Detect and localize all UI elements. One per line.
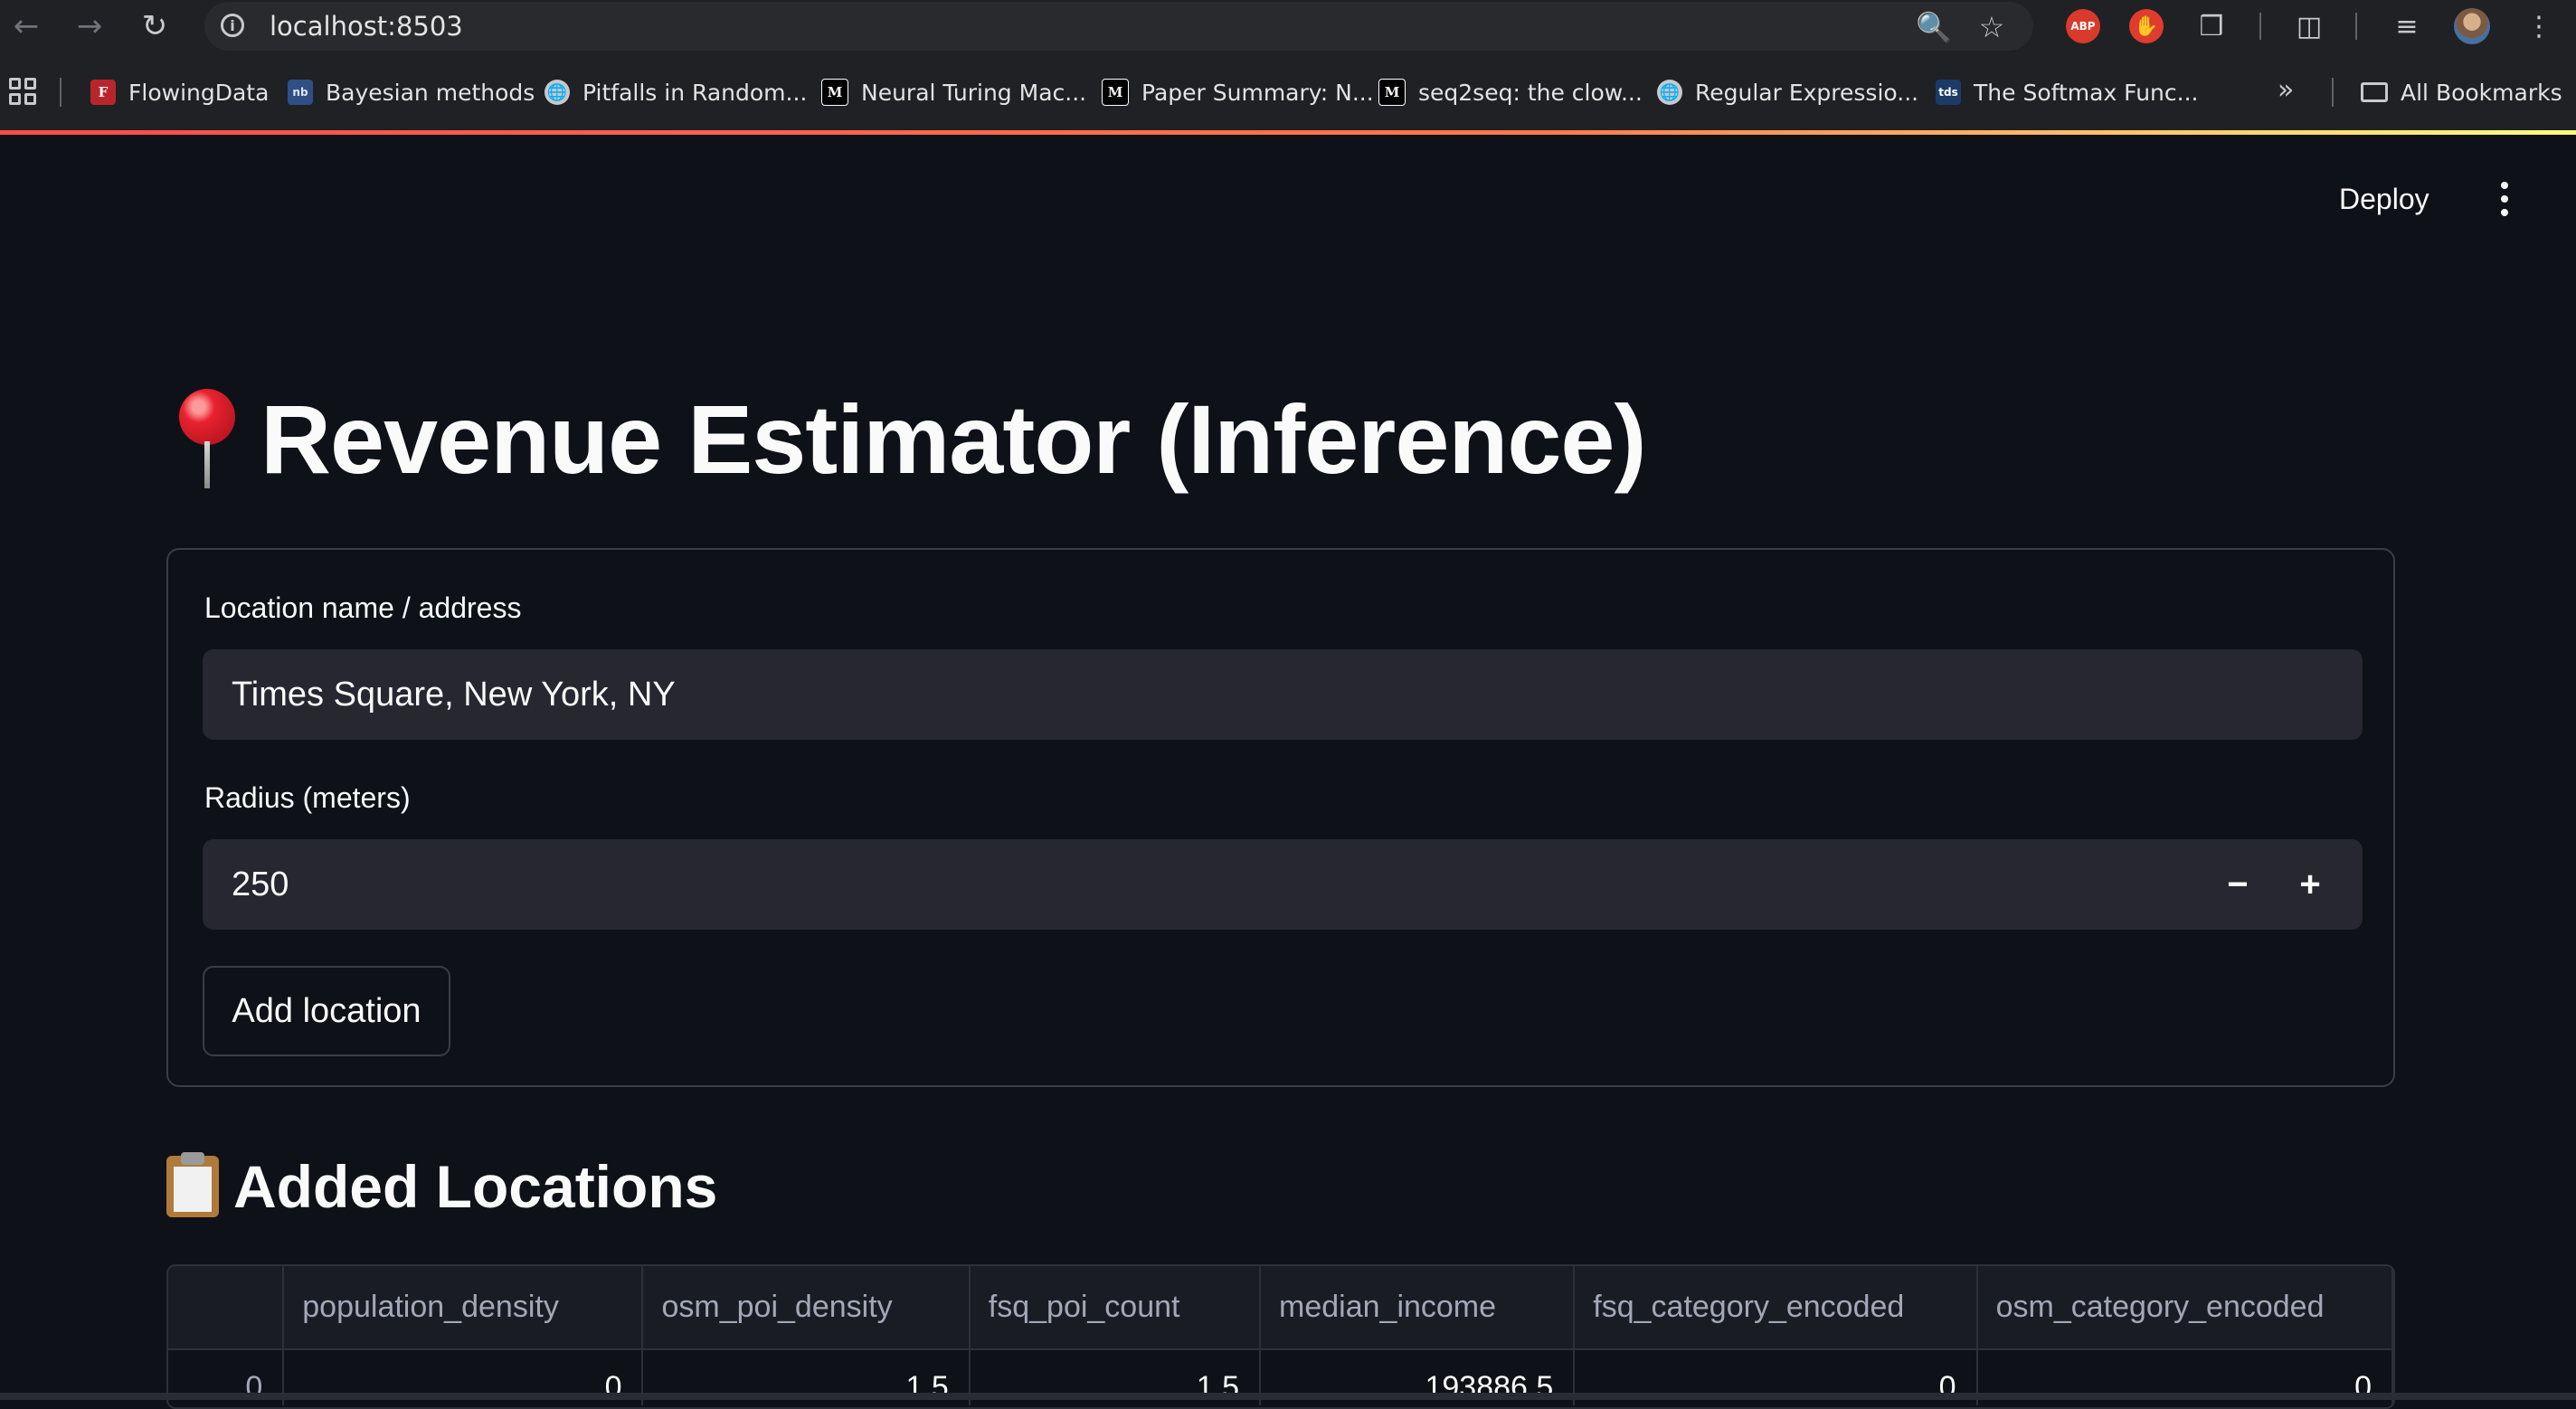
- back-icon[interactable]: ←: [7, 7, 45, 45]
- zoom-icon[interactable]: 🔍: [1916, 9, 1952, 45]
- bookmarks-bar: F FlowingData nb Bayesian methods 🌐 Pitf…: [0, 52, 2576, 132]
- add-location-button[interactable]: Add location: [203, 966, 450, 1056]
- increment-plus-icon[interactable]: +: [2274, 839, 2346, 930]
- column-header[interactable]: osm_category_encoded: [1976, 1266, 2393, 1349]
- chevron-double-right-icon[interactable]: »: [2278, 74, 2294, 106]
- medium-favicon-icon: M: [821, 79, 848, 106]
- bottom-scroll-edge: [0, 1393, 2576, 1400]
- bookmark-neural-turing[interactable]: M Neural Turing Mac...: [821, 74, 1086, 110]
- apps-grid-icon[interactable]: [9, 78, 36, 105]
- column-header[interactable]: fsq_poi_count: [969, 1266, 1262, 1349]
- bookmark-regular-expressions[interactable]: 🌐 Regular Expressio...: [1657, 74, 1918, 110]
- media-controls-icon[interactable]: ≡: [2388, 7, 2426, 45]
- tab-search-icon[interactable]: ◫: [2290, 7, 2328, 45]
- added-locations-title: Added Locations: [233, 1153, 718, 1220]
- deploy-button[interactable]: Deploy: [2339, 174, 2429, 224]
- page-title-text: Revenue Estimator (Inference): [260, 384, 1646, 494]
- radius-label: Radius (meters): [204, 781, 411, 814]
- toolbar-divider: [2259, 13, 2261, 40]
- bookmark-bayesian-methods[interactable]: nb Bayesian methods: [288, 74, 535, 110]
- radius-value[interactable]: 250: [232, 865, 289, 904]
- pushpin-icon: [177, 389, 237, 490]
- stop-hand-extension-icon[interactable]: ✋: [2127, 7, 2165, 45]
- bookmark-paper-summary[interactable]: M Paper Summary: N...: [1102, 74, 1374, 110]
- table-header-row: population_density osm_poi_density fsq_p…: [168, 1266, 2393, 1349]
- flowingdata-favicon-icon: F: [90, 80, 116, 105]
- extensions-puzzle-icon[interactable]: ❒: [2192, 7, 2230, 45]
- column-header[interactable]: median_income: [1260, 1266, 1576, 1349]
- column-header[interactable]: osm_poi_density: [642, 1266, 971, 1349]
- bookmark-star-icon[interactable]: ☆: [1974, 9, 2010, 45]
- bookmark-seq2seq[interactable]: M seq2seq: the clow...: [1378, 74, 1643, 110]
- column-header[interactable]: population_density: [283, 1266, 644, 1349]
- tds-favicon-icon: tds: [1936, 80, 1961, 105]
- forward-icon[interactable]: →: [71, 7, 109, 45]
- locations-table[interactable]: population_density osm_poi_density fsq_p…: [166, 1264, 2395, 1409]
- decrement-minus-icon[interactable]: −: [2202, 839, 2274, 930]
- all-bookmarks-button[interactable]: All Bookmarks: [2361, 74, 2562, 110]
- added-locations-heading: Added Locations: [166, 1152, 717, 1221]
- bookmarks-divider: [60, 78, 62, 107]
- clipboard-icon: [166, 1152, 219, 1217]
- bookmarks-divider: [2332, 78, 2334, 107]
- location-form: Location name / address Times Square, Ne…: [166, 548, 2395, 1087]
- main-menu-icon[interactable]: [2491, 177, 2518, 221]
- reload-icon[interactable]: ↻: [136, 7, 174, 45]
- folder-icon: [2361, 82, 2388, 102]
- site-info-icon[interactable]: i: [221, 14, 244, 37]
- column-header-index[interactable]: [168, 1266, 285, 1349]
- medium-favicon-icon: M: [1102, 79, 1129, 106]
- medium-favicon-icon: M: [1378, 79, 1406, 106]
- address-bar[interactable]: i localhost:8503 🔍 ☆: [204, 2, 2033, 51]
- globe-icon: 🌐: [545, 80, 570, 105]
- notebook-favicon-icon: nb: [288, 80, 313, 105]
- url-text[interactable]: localhost:8503: [270, 11, 463, 42]
- globe-icon: 🌐: [1657, 80, 1682, 105]
- bookmark-pitfalls-random[interactable]: 🌐 Pitfalls in Random...: [545, 74, 807, 110]
- location-input[interactable]: Times Square, New York, NY: [203, 649, 2363, 740]
- adblock-extension-icon[interactable]: ABP: [2064, 7, 2102, 45]
- profile-avatar[interactable]: [2453, 7, 2491, 45]
- browser-toolbar: ← → ↻ i localhost:8503 🔍 ☆ ABP ✋ ❒ ◫ ≡ ⋮: [0, 0, 2576, 52]
- bookmark-softmax[interactable]: tds The Softmax Func...: [1936, 74, 2198, 110]
- browser-menu-icon[interactable]: ⋮: [2520, 7, 2558, 45]
- bookmark-flowingdata[interactable]: F FlowingData: [90, 74, 269, 110]
- app-header-decoration: [0, 130, 2576, 135]
- page-title: Revenue Estimator (Inference): [177, 384, 1646, 494]
- column-header[interactable]: fsq_category_encoded: [1574, 1266, 1978, 1349]
- toolbar-divider: [2355, 13, 2357, 40]
- radius-stepper[interactable]: 250 − +: [203, 839, 2363, 930]
- location-label: Location name / address: [204, 591, 522, 624]
